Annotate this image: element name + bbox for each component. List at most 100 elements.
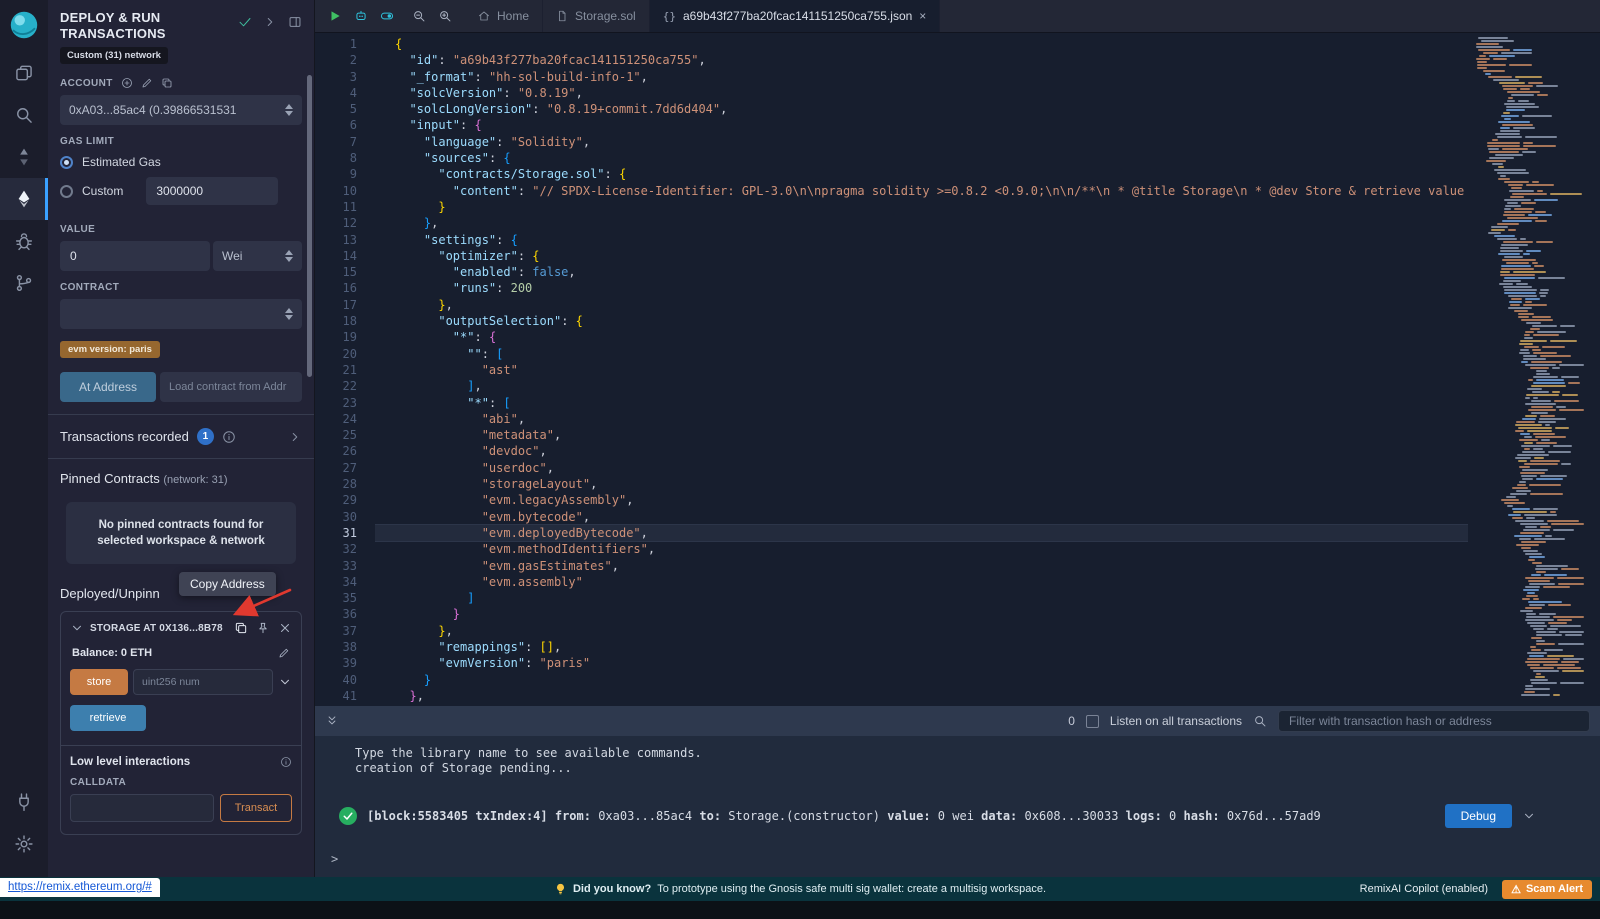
custom-gas-radio[interactable]	[60, 185, 73, 198]
check-icon	[238, 15, 252, 29]
terminal-toolbar: 0 Listen on all transactions	[315, 706, 1600, 736]
debug-button[interactable]: Debug	[1445, 804, 1512, 828]
listen-checkbox[interactable]	[1086, 715, 1099, 728]
value-input[interactable]	[60, 241, 210, 271]
terminal-line: Type the library name to see available c…	[315, 746, 1600, 761]
info-icon[interactable]	[280, 756, 292, 768]
forward-icon[interactable]	[263, 15, 277, 29]
zoom-out-icon[interactable]	[412, 9, 426, 23]
pinned-network-label: (network: 31)	[163, 474, 227, 486]
editor-scrollbar[interactable]	[1586, 33, 1600, 706]
tip-text: To prototype using the Gnosis safe multi…	[657, 883, 1046, 895]
browser-status-url: https://remix.ethereum.org/#	[0, 878, 160, 897]
estimated-gas-label: Estimated Gas	[82, 155, 161, 169]
line-numbers: 1234567891011121314151617181920212223242…	[315, 33, 375, 706]
chevron-down-icon[interactable]	[278, 675, 292, 689]
value-unit-select[interactable]: Wei	[213, 241, 302, 271]
contract-label: CONTRACT	[60, 282, 302, 293]
scam-alert-badge[interactable]: ⚠ Scam Alert	[1502, 880, 1592, 899]
main-area: Home Storage.sol a69b43f277ba20fcac14115…	[315, 0, 1600, 877]
icon-sidebar	[0, 0, 48, 877]
annotation-arrow	[226, 586, 298, 620]
terminal-line: creation of Storage pending...	[315, 761, 1600, 776]
edit-icon[interactable]	[278, 647, 290, 659]
transact-button[interactable]: Transact	[220, 794, 292, 822]
tab-build-info-json[interactable]: a69b43f277ba20fcac141151250ca755.json ×	[650, 0, 941, 32]
account-select[interactable]: 0xA03...85ac4 (0.39866531531	[60, 95, 302, 125]
json-braces-icon	[663, 9, 676, 23]
zoom-in-icon[interactable]	[438, 9, 452, 23]
plus-circle-icon[interactable]	[121, 77, 133, 89]
solidity-compiler-icon[interactable]	[0, 136, 48, 178]
copy-address-icon[interactable]	[234, 621, 248, 635]
remix-logo[interactable]	[7, 8, 41, 42]
transaction-summary: [block:5583405 txIndex:4] from: 0xa03...…	[367, 809, 1435, 823]
evm-version-badge: evm version: paris	[60, 341, 160, 358]
store-function-button[interactable]: store	[70, 669, 128, 695]
close-icon[interactable]	[278, 621, 292, 635]
account-label: ACCOUNT	[60, 78, 113, 89]
contract-select[interactable]	[60, 299, 302, 329]
sidebar-bottom-group	[0, 781, 48, 877]
file-icon	[556, 10, 568, 22]
chevron-down-icon[interactable]	[70, 621, 84, 635]
code-area[interactable]: { "id": "a69b43f277ba20fcac141151250ca75…	[375, 33, 1468, 706]
settings-icon[interactable]	[0, 823, 48, 865]
tip-title: Did you know?	[573, 883, 651, 895]
chevron-right-icon[interactable]	[288, 430, 302, 444]
lightbulb-icon	[554, 882, 567, 896]
contract-instance-title[interactable]: STORAGE AT 0X136...8B78	[90, 623, 223, 634]
calldata-input[interactable]	[70, 794, 214, 822]
chevron-down-icon[interactable]	[1522, 809, 1536, 823]
terminal-filter-input[interactable]	[1278, 710, 1590, 732]
toggle-on-icon[interactable]	[380, 9, 394, 23]
copilot-status[interactable]: RemixAI Copilot (enabled)	[1360, 883, 1488, 895]
remix-ide-window: DEPLOY & RUN TRANSACTIONS Custom (31) ne…	[0, 0, 1600, 919]
at-address-input[interactable]	[160, 372, 302, 402]
warning-icon: ⚠	[1511, 883, 1521, 896]
editor-topbar: Home Storage.sol a69b43f277ba20fcac14115…	[315, 0, 1600, 33]
plugin-manager-icon[interactable]	[0, 781, 48, 823]
retrieve-function-button[interactable]: retrieve	[70, 705, 146, 731]
stepper-icon[interactable]	[285, 308, 293, 320]
at-address-button[interactable]: At Address	[60, 372, 156, 402]
play-icon[interactable]	[328, 9, 342, 23]
terminal-output: Type the library name to see available c…	[315, 736, 1600, 866]
panel-scrollbar[interactable]	[307, 75, 312, 377]
pin-icon[interactable]	[256, 621, 270, 635]
panel-title: DEPLOY & RUN TRANSACTIONS	[60, 10, 220, 42]
store-argument-input[interactable]	[133, 669, 273, 695]
search-small-icon	[1253, 714, 1267, 728]
transactions-count-badge: 1	[197, 428, 214, 445]
transaction-log-row[interactable]: [block:5583405 txIndex:4] from: 0xa03...…	[339, 804, 1536, 828]
terminal-expand-icon[interactable]	[325, 714, 339, 728]
debugger-icon[interactable]	[0, 220, 48, 262]
status-bar: Did you know? To prototype using the Gno…	[0, 877, 1600, 901]
deploy-run-icon[interactable]	[0, 178, 48, 220]
minimap[interactable]	[1468, 33, 1586, 706]
close-icon[interactable]: ×	[919, 9, 926, 23]
terminal-prompt[interactable]: >	[315, 852, 1600, 866]
custom-gas-label: Custom	[82, 184, 123, 198]
edit-icon[interactable]	[141, 77, 153, 89]
git-icon[interactable]	[0, 262, 48, 304]
tab-storage-sol[interactable]: Storage.sol	[543, 0, 650, 32]
low-level-label: Low level interactions	[70, 756, 190, 768]
copy-icon[interactable]	[161, 77, 173, 89]
tab-home[interactable]: Home	[465, 0, 543, 32]
estimated-gas-radio[interactable]	[60, 156, 73, 169]
pinned-contracts-heading: Pinned Contracts (network: 31)	[48, 459, 314, 490]
gas-limit-label: GAS LIMIT	[60, 136, 302, 147]
listen-label: Listen on all transactions	[1110, 714, 1242, 728]
info-icon[interactable]	[222, 430, 236, 444]
calldata-label: CALLDATA	[70, 777, 292, 788]
home-icon	[478, 10, 490, 22]
deploy-run-panel: DEPLOY & RUN TRANSACTIONS Custom (31) ne…	[48, 0, 315, 877]
stepper-icon[interactable]	[285, 250, 293, 262]
bot-icon[interactable]	[354, 9, 368, 23]
search-icon[interactable]	[0, 94, 48, 136]
stepper-icon[interactable]	[285, 104, 293, 116]
custom-gas-input[interactable]	[146, 177, 278, 205]
panel-layout-icon[interactable]	[288, 15, 302, 29]
workspace-icon[interactable]	[0, 52, 48, 94]
